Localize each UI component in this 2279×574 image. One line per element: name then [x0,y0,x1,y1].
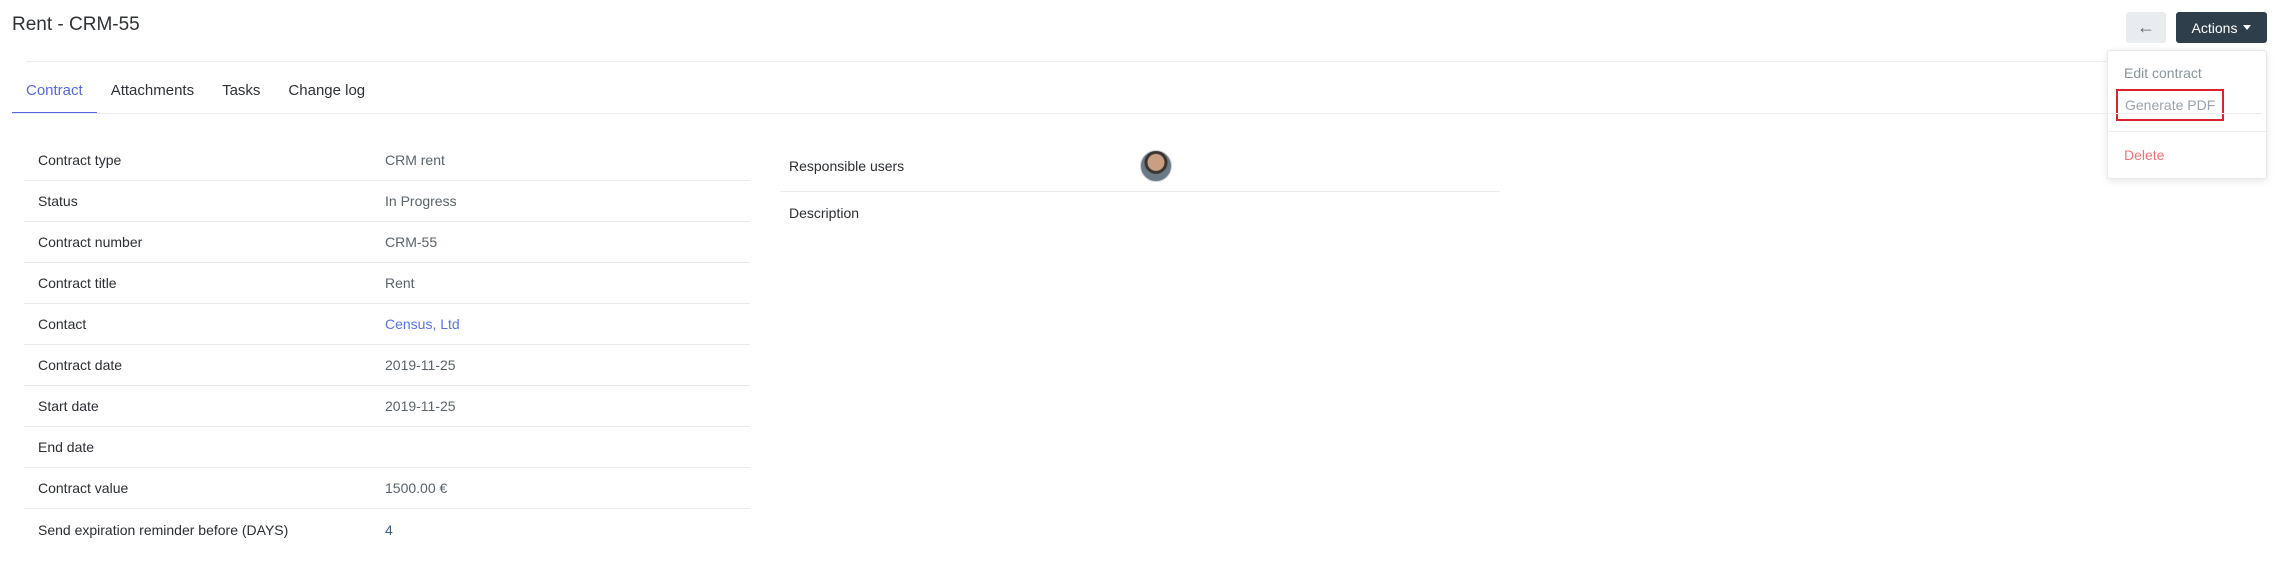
tab-attachments[interactable]: Attachments [97,70,208,114]
detail-row-start-date: Start date 2019-11-25 [24,386,750,427]
delete-menu-item[interactable]: Delete [2124,147,2164,163]
detail-value: 1500.00 € [385,480,448,496]
detail-value: 4 [385,521,393,538]
detail-label: Contract number [38,234,143,250]
header-divider [26,61,2106,62]
caret-down-icon [2243,25,2252,30]
detail-value: Rent [385,275,415,291]
arrow-left-icon: ← [2137,17,2155,37]
detail-row-status: Status In Progress [24,181,750,222]
contract-side-info: Responsible users Description [780,140,1500,233]
actions-button-label: Actions [2191,19,2238,36]
actions-dropdown-menu: Edit contract Generate PDF Delete [2107,50,2267,179]
back-button[interactable]: ← [2126,12,2166,43]
detail-label: Contact [38,316,87,332]
tab-contract[interactable]: Contract [12,70,97,114]
detail-value: 2019-11-25 [385,357,456,373]
detail-label: Contract type [38,152,122,168]
page-title: Rent - CRM-55 [12,14,140,35]
generate-pdf-menu-item[interactable]: Generate PDF [2116,89,2225,121]
detail-row-expiration-reminder: Send expiration reminder before (DAYS) 4 [24,509,750,550]
detail-row-contract-number: Contract number CRM-55 [24,222,750,263]
detail-row-contact: Contact Census, Ltd [24,304,750,345]
contract-page: Rent - CRM-55 ← Actions Edit contract Ge… [0,0,2279,574]
description-row: Description [780,192,1500,233]
detail-label: End date [38,439,95,455]
detail-row-contract-date: Contract date 2019-11-25 [24,345,750,386]
detail-label: Contract date [38,357,123,373]
detail-label: Contract value [38,480,129,496]
detail-value: 2019-11-25 [385,398,456,414]
responsible-users-label: Responsible users [789,157,905,174]
avatar[interactable] [1140,149,1172,182]
detail-row-contract-value: Contract value 1500.00 € [24,468,750,509]
detail-label: Status [38,193,78,209]
tabs-divider [12,113,2262,114]
contact-link[interactable]: Census, Ltd [385,316,460,332]
menu-divider [2108,131,2266,132]
detail-row-contract-type: Contract type CRM rent [24,140,750,181]
detail-value: In Progress [385,193,457,209]
actions-button[interactable]: Actions [2176,12,2267,43]
detail-value: CRM rent [385,152,445,168]
responsible-users-row: Responsible users [780,140,1500,192]
edit-contract-menu-item[interactable]: Edit contract [2124,65,2202,81]
detail-value: CRM-55 [385,234,438,250]
contract-details-table: Contract type CRM rent Status In Progres… [24,140,750,550]
detail-label: Contract title [38,275,117,291]
detail-label: Start date [38,398,99,414]
tab-change-log[interactable]: Change log [274,70,379,114]
detail-row-end-date: End date [24,427,750,468]
tab-tasks[interactable]: Tasks [208,70,274,114]
description-label: Description [789,204,860,221]
tab-bar: Contract Attachments Tasks Change log [12,70,379,114]
detail-label: Send expiration reminder before (DAYS) [38,521,289,538]
detail-row-contract-title: Contract title Rent [24,263,750,304]
